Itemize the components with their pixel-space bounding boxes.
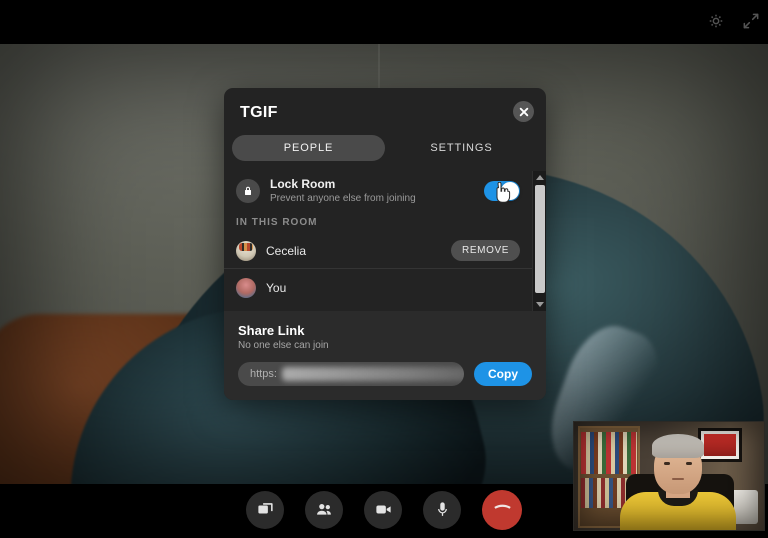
lock-icon <box>236 179 260 203</box>
toggle-knob <box>501 182 519 200</box>
participant-name: You <box>266 281 287 295</box>
camera-icon[interactable] <box>364 490 402 529</box>
gear-icon[interactable] <box>706 11 726 31</box>
share-link-title: Share Link <box>238 323 305 338</box>
dialog-tabs: PEOPLE SETTINGS <box>232 135 538 161</box>
lock-room-title: Lock Room <box>270 177 336 191</box>
people-list: Lock Room Prevent anyone else from joini… <box>224 171 532 311</box>
room-dialog: TGIF PEOPLE SETTINGS Lock Room Prevent a… <box>224 88 546 400</box>
scroll-up-icon[interactable] <box>533 171 546 184</box>
avatar <box>236 240 256 261</box>
share-link-subtitle: No one else can join <box>238 340 329 351</box>
tab-settings[interactable]: SETTINGS <box>385 135 538 161</box>
microphone-icon[interactable] <box>423 490 461 529</box>
participant-name: Cecelia <box>266 243 307 258</box>
video-call-app: TGIF PEOPLE SETTINGS Lock Room Prevent a… <box>0 0 768 538</box>
letterbox-top <box>0 0 768 44</box>
list-item[interactable]: You <box>224 268 532 303</box>
lock-room-subtitle: Prevent anyone else from joining <box>270 193 416 204</box>
people-list-region: Lock Room Prevent anyone else from joini… <box>224 171 546 311</box>
remove-button[interactable]: REMOVE <box>451 240 520 261</box>
dialog-header: TGIF <box>224 88 546 122</box>
call-control-bar <box>0 481 768 538</box>
tab-people[interactable]: PEOPLE <box>232 135 385 161</box>
screen-share-icon[interactable] <box>246 490 284 529</box>
lock-room-text: Lock Room Prevent anyone else from joini… <box>270 177 484 205</box>
people-icon[interactable] <box>305 490 343 529</box>
share-link-redacted <box>282 367 464 381</box>
share-link-row: https: Copy <box>238 362 532 386</box>
copy-button[interactable]: Copy <box>474 362 532 386</box>
scrollbar-thumb[interactable] <box>535 185 545 293</box>
scroll-down-icon[interactable] <box>533 298 546 311</box>
lock-room-toggle[interactable] <box>484 181 520 201</box>
end-call-icon[interactable] <box>482 489 522 530</box>
scrollbar[interactable] <box>532 171 546 311</box>
close-icon[interactable] <box>513 101 534 122</box>
page-title: TGIF <box>240 104 278 121</box>
lock-room-row[interactable]: Lock Room Prevent anyone else from joini… <box>224 171 532 215</box>
list-item[interactable]: Cecelia REMOVE <box>224 235 532 266</box>
share-link-value: https: <box>250 368 277 380</box>
avatar <box>236 278 256 298</box>
share-link-section: Share Link No one else can join https: C… <box>224 311 546 400</box>
in-this-room-label: IN THIS ROOM <box>236 217 318 228</box>
expand-icon[interactable] <box>741 11 761 31</box>
share-link-input[interactable]: https: <box>238 362 464 386</box>
